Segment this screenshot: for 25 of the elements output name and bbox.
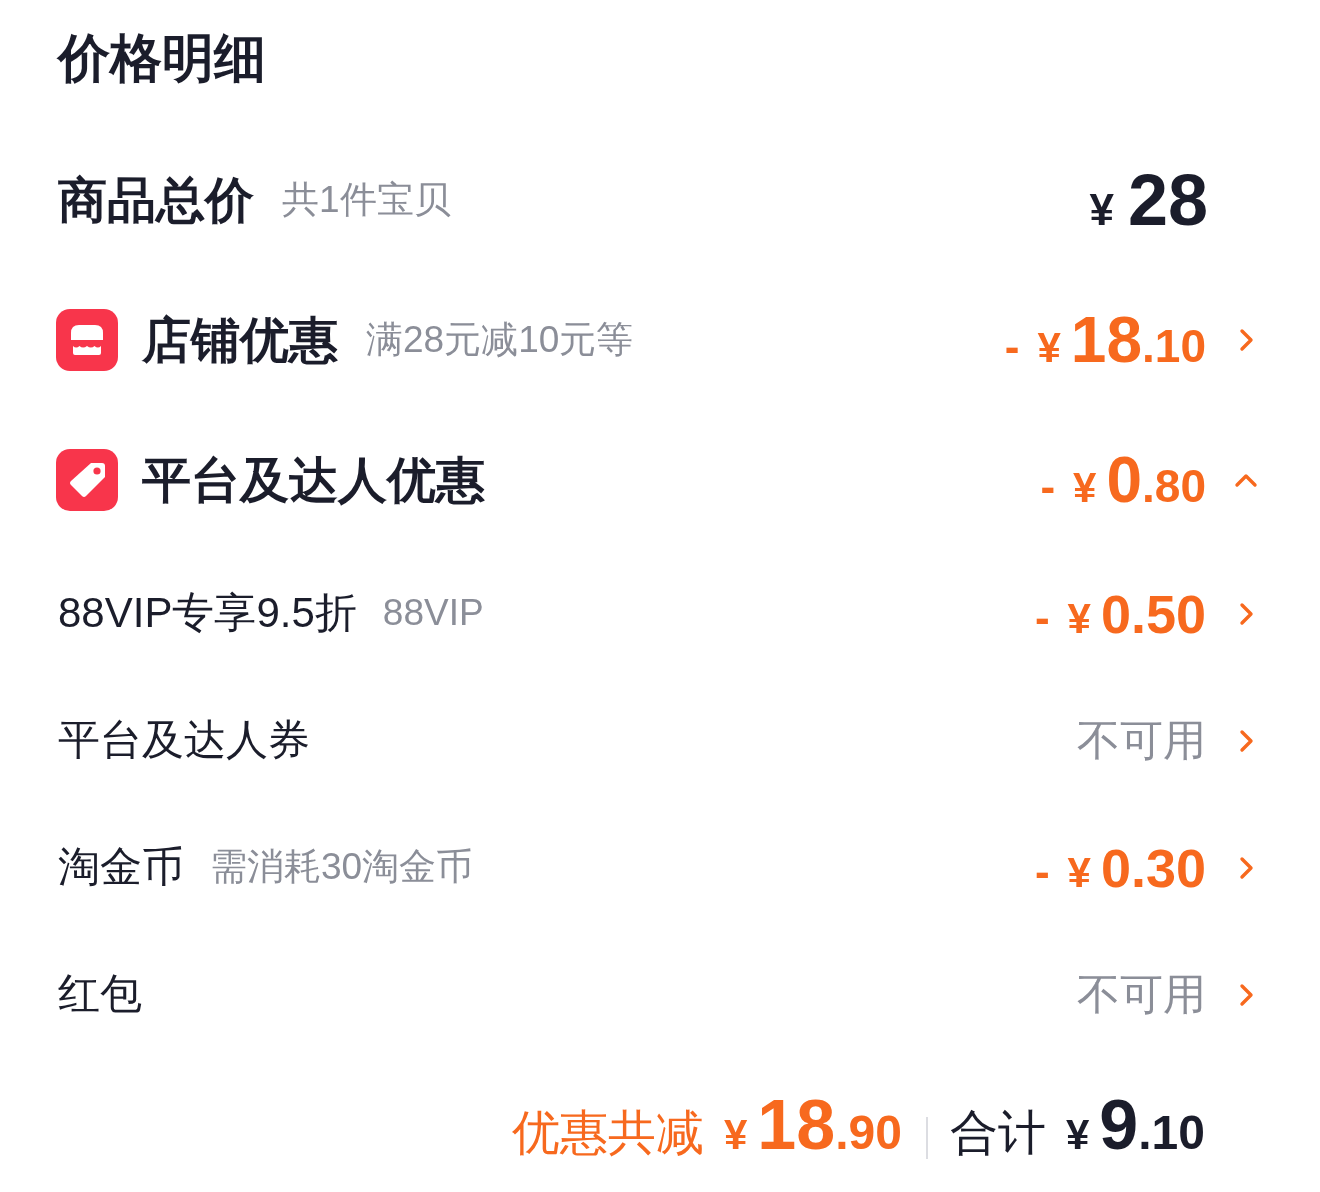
note-text: 88VIP xyxy=(382,591,484,636)
discount-label: 平台及达人优惠 xyxy=(142,451,485,509)
discount-amount: - ¥ 0.30 xyxy=(1034,840,1206,895)
item-label: 淘金币 xyxy=(58,842,184,893)
note-text: 满28元减10元等 xyxy=(366,317,634,362)
total-label: 合计 xyxy=(949,1105,1046,1161)
panel-title: 价格明细 xyxy=(58,28,266,88)
discount-amount: - ¥ 0.50 xyxy=(1034,586,1206,641)
price-amount: ¥ 28 xyxy=(1089,164,1208,236)
discount-amount: - ¥18.10 xyxy=(1004,308,1206,372)
status-text: 不可用 xyxy=(1077,968,1206,1020)
item-label: 88VIP专享9.5折 xyxy=(58,588,357,639)
note-text: 共1件宝贝 xyxy=(282,177,451,222)
item-label: 平台及达人券 xyxy=(58,715,310,766)
discount-total-amount: ¥18.90 xyxy=(724,1090,902,1160)
discount-total-label: 优惠共减 xyxy=(512,1105,704,1161)
discount-label: 店铺优惠 xyxy=(142,311,338,369)
status-text: 不可用 xyxy=(1077,714,1206,766)
store-icon xyxy=(56,309,118,371)
tag-icon xyxy=(56,449,118,511)
note-text: 需消耗30淘金币 xyxy=(210,845,474,890)
discount-amount: - ¥0.80 xyxy=(1040,448,1206,512)
item-label: 红包 xyxy=(58,969,142,1020)
total-amount: ¥9.10 xyxy=(1065,1090,1205,1160)
total-label: 商品总价 xyxy=(58,171,254,229)
